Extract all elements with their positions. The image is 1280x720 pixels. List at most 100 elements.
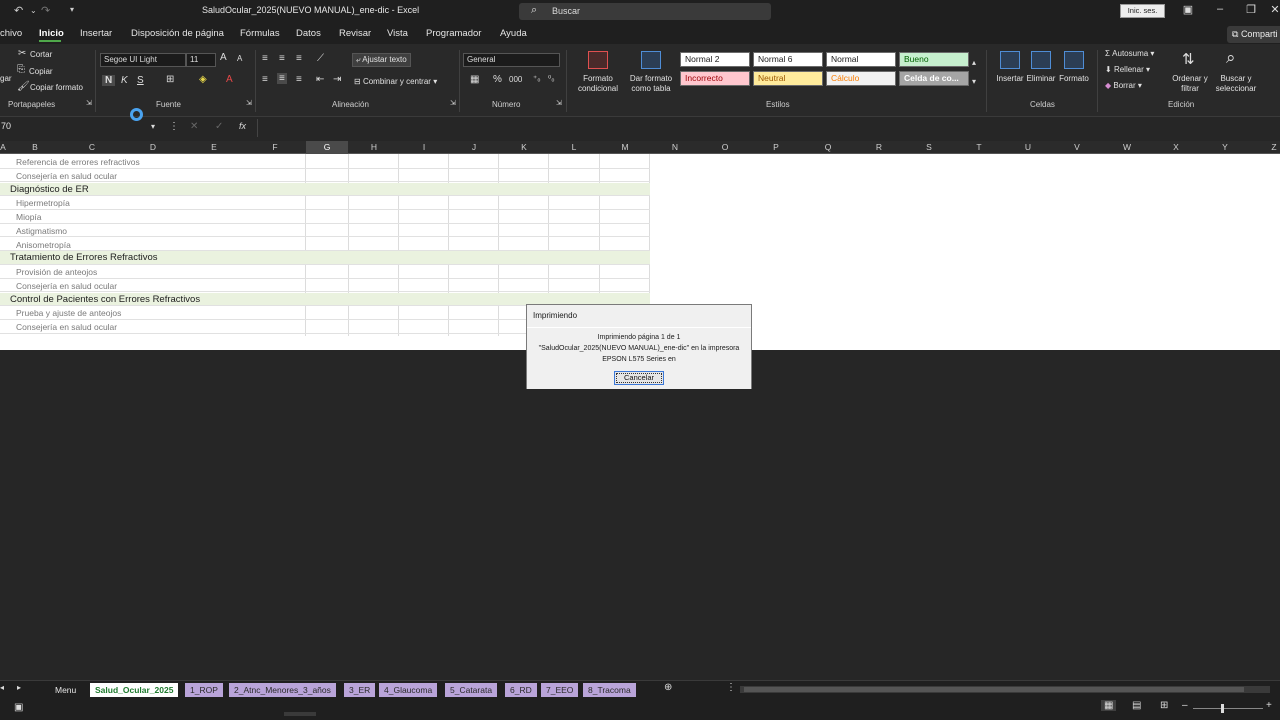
decrease-indent-icon[interactable]: ⇤ bbox=[316, 74, 324, 85]
styles-gallery-up-icon[interactable]: ▴ bbox=[972, 58, 976, 67]
decrease-decimal-icon[interactable]: ⁰₀ bbox=[548, 74, 555, 83]
cell-style-5[interactable]: Neutral bbox=[753, 71, 823, 86]
scroll-tabs-right-icon[interactable]: ▸ bbox=[17, 683, 21, 692]
table-row[interactable]: Miopía bbox=[0, 210, 650, 224]
currency-icon[interactable]: ▦ bbox=[470, 74, 479, 85]
formula-input[interactable] bbox=[257, 119, 1280, 137]
cancel-button[interactable]: Cancelar bbox=[614, 371, 664, 385]
cell-style-6[interactable]: Cálculo bbox=[826, 71, 896, 86]
font-launcher-icon[interactable]: ⇲ bbox=[246, 99, 252, 107]
column-header-r[interactable]: R bbox=[854, 142, 904, 152]
cut-button[interactable]: Cortar bbox=[30, 50, 52, 59]
page-layout-view-icon[interactable]: ▤ bbox=[1132, 700, 1141, 711]
alignment-launcher-icon[interactable]: ⇲ bbox=[450, 99, 456, 107]
clipboard-launcher-icon[interactable]: ⇲ bbox=[86, 99, 92, 107]
cell-style-7[interactable]: Celda de co... bbox=[899, 71, 969, 86]
tab-programador[interactable]: Programador bbox=[426, 28, 481, 39]
tab-options-icon[interactable]: ⋮ bbox=[726, 682, 736, 693]
sheet-tab-6[interactable]: 5_Catarata bbox=[445, 683, 498, 697]
column-header-t[interactable]: T bbox=[954, 142, 1004, 152]
delete-cells-button[interactable]: Eliminar bbox=[1023, 74, 1059, 83]
font-size-select[interactable]: 11 bbox=[186, 53, 216, 67]
undo-dropdown-icon[interactable]: ⌄ bbox=[30, 6, 37, 15]
column-header-p[interactable]: P bbox=[751, 142, 801, 152]
column-header-z[interactable]: Z bbox=[1267, 142, 1280, 152]
table-row[interactable]: Tratamiento de Errores Refractivos bbox=[0, 251, 650, 265]
italic-button[interactable]: K bbox=[121, 75, 128, 86]
more-options-icon[interactable]: ⋮ bbox=[169, 121, 179, 132]
minimize-icon[interactable]: – bbox=[1210, 3, 1230, 15]
table-row[interactable]: Diagnóstico de ER bbox=[0, 182, 650, 197]
zoom-in-icon[interactable]: + bbox=[1266, 700, 1272, 711]
comma-style-icon[interactable]: 000 bbox=[509, 75, 522, 84]
merge-center-button[interactable]: ⊟ Combinar y centrar ▾ bbox=[354, 77, 437, 86]
increase-font-icon[interactable]: A bbox=[220, 52, 227, 63]
zoom-slider-thumb[interactable] bbox=[1221, 704, 1224, 713]
font-color-icon[interactable]: A bbox=[226, 74, 233, 85]
cell-style-4[interactable]: Incorrecto bbox=[680, 71, 750, 86]
column-header-u[interactable]: U bbox=[1003, 142, 1053, 152]
sheet-tab-1[interactable]: Salud_Ocular_2025 bbox=[90, 683, 179, 697]
tab-formulas[interactable]: Fórmulas bbox=[240, 28, 280, 39]
cancel-entry-icon[interactable]: ✕ bbox=[190, 121, 198, 132]
horizontal-scrollbar[interactable] bbox=[740, 686, 1270, 693]
maximize-icon[interactable]: ❐ bbox=[1241, 3, 1261, 16]
column-header-i[interactable]: I bbox=[399, 142, 449, 152]
column-header-q[interactable]: Q bbox=[803, 142, 853, 152]
tab-revisar[interactable]: Revisar bbox=[339, 28, 371, 39]
sheet-tab-4[interactable]: 3_ER bbox=[344, 683, 376, 697]
insert-function-icon[interactable]: fx bbox=[239, 121, 246, 131]
column-header-x[interactable]: X bbox=[1151, 142, 1201, 152]
number-launcher-icon[interactable]: ⇲ bbox=[556, 99, 562, 107]
ribbon-display-icon[interactable]: ▣ bbox=[1178, 3, 1198, 16]
zoom-out-icon[interactable]: – bbox=[1182, 700, 1188, 711]
sheet-tab-5[interactable]: 4_Glaucoma bbox=[379, 683, 438, 697]
table-row[interactable]: Provisión de anteojos bbox=[0, 265, 650, 279]
align-left-icon[interactable]: ≡ bbox=[262, 74, 268, 85]
tab-ayuda[interactable]: Ayuda bbox=[500, 28, 527, 39]
increase-decimal-icon[interactable]: ⁺₀ bbox=[533, 74, 541, 83]
sign-in-button[interactable]: Inic. ses. bbox=[1120, 4, 1165, 18]
column-header-n[interactable]: N bbox=[650, 142, 700, 152]
orientation-icon[interactable]: ⟋ bbox=[317, 53, 324, 64]
percent-button[interactable]: % bbox=[493, 74, 502, 85]
tab-vista[interactable]: Vista bbox=[387, 28, 408, 39]
copy-button[interactable]: Copiar bbox=[29, 67, 53, 76]
sheet-tab-9[interactable]: 8_Tracoma bbox=[583, 683, 636, 697]
column-header-k[interactable]: K bbox=[499, 142, 549, 152]
customize-toolbar-icon[interactable]: ▾ bbox=[70, 5, 74, 14]
tab-archivo[interactable]: chivo bbox=[0, 28, 22, 39]
font-name-select[interactable]: Segoe UI Light bbox=[100, 53, 186, 67]
column-header-f[interactable]: F bbox=[245, 142, 305, 152]
underline-button[interactable]: S bbox=[137, 75, 144, 86]
confirm-entry-icon[interactable]: ✓ bbox=[215, 121, 223, 132]
share-button[interactable]: ⧉ Comparti bbox=[1227, 26, 1280, 43]
search-box[interactable]: ⌕ Buscar bbox=[519, 3, 771, 20]
align-center-icon[interactable]: ≡ bbox=[277, 73, 287, 84]
column-header-l[interactable]: L bbox=[549, 142, 599, 152]
zoom-slider[interactable] bbox=[1193, 704, 1263, 713]
bold-button[interactable]: N bbox=[102, 75, 116, 86]
column-header-w[interactable]: W bbox=[1102, 142, 1152, 152]
table-row[interactable]: Hipermetropía bbox=[0, 196, 650, 210]
clear-button[interactable]: ◆ Borrar ▾ bbox=[1105, 81, 1142, 90]
fill-color-icon[interactable]: ◈ bbox=[199, 74, 207, 85]
page-break-view-icon[interactable]: ⊞ bbox=[1160, 700, 1168, 711]
table-row[interactable]: Referencia de errores refractivos bbox=[0, 155, 650, 169]
align-bottom-icon[interactable]: ≡ bbox=[296, 53, 302, 64]
name-box[interactable]: 70 bbox=[0, 121, 160, 136]
conditional-format-button[interactable]: Formato condicional bbox=[570, 74, 626, 94]
format-painter-button[interactable]: Copiar formato bbox=[30, 83, 83, 92]
column-header-b[interactable]: B bbox=[9, 142, 61, 152]
decrease-font-icon[interactable]: A bbox=[237, 54, 242, 63]
wrap-text-button[interactable]: ⤶ Ajustar texto bbox=[352, 53, 411, 67]
column-header-y[interactable]: Y bbox=[1200, 142, 1250, 152]
table-row[interactable]: Astigmatismo bbox=[0, 224, 650, 238]
table-row[interactable]: Consejería en salud ocular bbox=[0, 279, 650, 293]
sheet-tab-2[interactable]: 1_ROP bbox=[185, 683, 223, 697]
column-header-c[interactable]: C bbox=[62, 142, 122, 152]
column-header-v[interactable]: V bbox=[1052, 142, 1102, 152]
align-right-icon[interactable]: ≡ bbox=[296, 74, 302, 85]
column-header-s[interactable]: S bbox=[904, 142, 954, 152]
styles-gallery-more-icon[interactable]: ▾ bbox=[972, 77, 976, 86]
